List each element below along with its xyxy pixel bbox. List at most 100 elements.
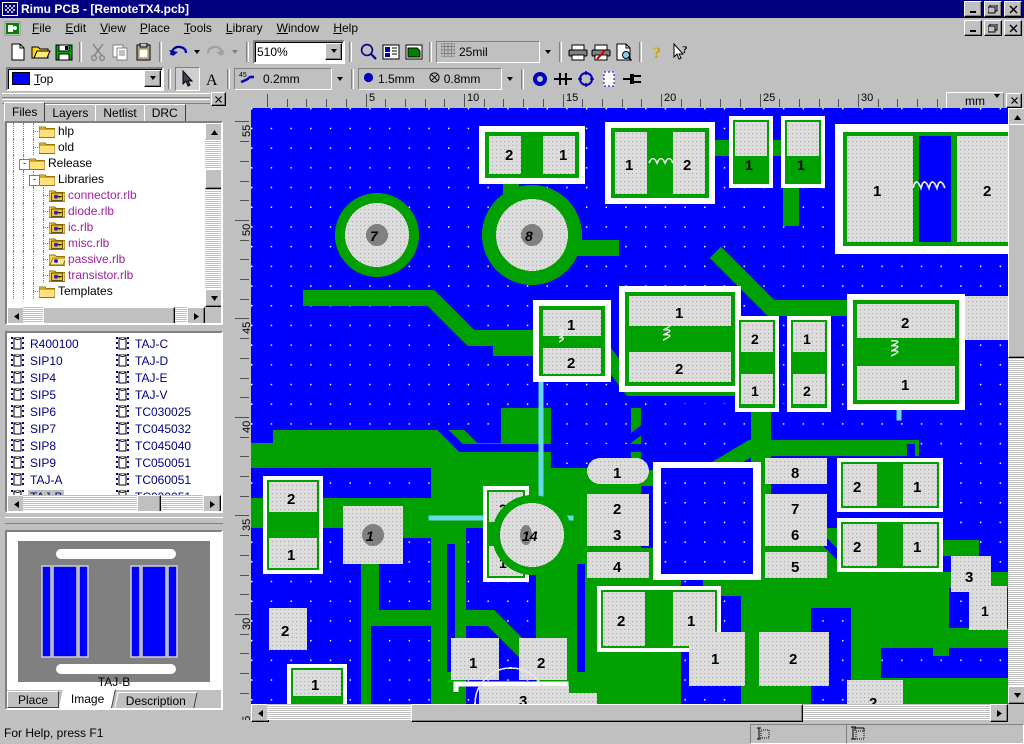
menu-place[interactable]: Place [133,19,177,37]
menu-tools[interactable]: Tools [177,19,219,37]
tab-drc[interactable]: DRC [143,104,186,121]
help-button[interactable]: ? [646,40,669,63]
zoom-dropdown-arrow[interactable] [325,42,342,60]
dock-close-button[interactable] [211,92,226,106]
tree-item[interactable]: connector.rlb [7,187,204,203]
tab-files[interactable]: Files [4,102,46,121]
tree-hscroll-thumb[interactable] [43,307,175,323]
mdi-close-button[interactable] [1004,20,1022,36]
undo-dropdown[interactable] [189,42,204,62]
copy-button[interactable] [109,40,132,63]
place-copper-button[interactable] [620,67,643,90]
mdi-document-icon[interactable] [4,21,21,36]
canvas-vscroll-thumb[interactable] [1008,124,1024,358]
tree-item[interactable]: diode.rlb [7,203,204,219]
preview-tab-place[interactable]: Place [7,691,60,708]
canvas-scroll-right-button[interactable] [990,704,1008,722]
tree-item[interactable]: hlp [7,123,204,139]
tree-hscrollbar[interactable] [7,307,205,323]
component-list-item[interactable]: TC045032 [114,420,219,437]
open-file-button[interactable] [29,40,52,63]
menu-file[interactable]: FFileile [25,19,58,37]
track-width-box[interactable]: 45 0.2mm [234,67,332,90]
component-list-item[interactable]: R400100 [9,335,114,352]
print-button[interactable] [566,40,589,63]
editor-close-button[interactable] [1006,93,1022,108]
component-list-item[interactable]: TAJ-V [114,386,219,403]
component-list-item[interactable]: SIP7 [9,420,114,437]
redo-dropdown[interactable] [227,42,242,62]
tree-item[interactable]: - Release [7,155,204,171]
place-via-button[interactable] [574,67,597,90]
pad-size-dropdown[interactable] [502,69,517,89]
complist-hscroll-track[interactable] [23,495,205,511]
complist-hscrollbar[interactable] [7,495,221,511]
tree-scroll-right-button[interactable] [187,307,205,323]
menu-edit[interactable]: Edit [58,19,93,37]
tab-netlist[interactable]: Netlist [95,104,145,121]
canvas-scroll-down-button[interactable] [1008,686,1024,704]
tree-scroll-down-button[interactable] [205,289,221,307]
component-list-item[interactable]: TC030025 [114,403,219,420]
component-list-item[interactable]: SIP4 [9,369,114,386]
tree-vscroll-track[interactable] [205,139,221,291]
preview-tab-description[interactable]: Description [114,692,199,708]
tree-expander[interactable]: - [29,175,40,186]
component-list-item[interactable]: TC050051 [114,454,219,471]
print-setup-button[interactable] [589,40,612,63]
save-button[interactable] [52,40,75,63]
component-list-item[interactable]: SIP6 [9,403,114,420]
canvas-vscrollbar[interactable] [1008,108,1024,704]
tree-item[interactable]: Templates [7,283,204,299]
tree-item[interactable]: misc.rlb [7,235,204,251]
complist-scroll-right-button[interactable] [203,495,221,511]
preview-tab-image[interactable]: Image [59,689,117,708]
dock-grip[interactable] [2,92,226,106]
place-pad-button[interactable] [528,67,551,90]
layer-dropdown-arrow[interactable] [144,69,161,87]
paste-button[interactable] [132,40,155,63]
restore-button[interactable] [984,1,1002,17]
tree-item[interactable]: old [7,139,204,155]
file-tree[interactable]: hlp old - Release - Libraries connector.rlb dio… [7,123,204,323]
context-help-button[interactable]: ? [669,40,692,63]
minimize-button[interactable] [964,1,982,17]
zoom-combo[interactable]: 510% [253,39,345,64]
zoom-magnifier-button[interactable] [356,40,379,63]
layer-combo[interactable]: Top [6,66,164,91]
undo-button[interactable] [166,40,189,63]
pcb-canvas[interactable]: 2 1 1 2 1 1 1 2 7 8 1 2 1 2 2 1 1 2 2 1 … [251,108,1008,704]
menu-help[interactable]: Help [326,19,365,37]
tree-item[interactable]: ic.rlb [7,219,204,235]
text-tool-button[interactable]: A [200,67,223,90]
pad-size-box[interactable]: 1.5mm 0.8mm [358,67,502,90]
zoom-window-button[interactable] [379,40,402,63]
redo-button[interactable] [204,40,227,63]
tree-vscrollbar[interactable] [205,123,221,307]
place-component-button[interactable] [597,67,620,90]
canvas-hscroll-thumb[interactable] [411,704,803,722]
tree-item[interactable]: - Libraries [7,171,204,187]
menu-view[interactable]: View [93,19,133,37]
grid-dropdown[interactable] [540,42,555,62]
component-list-item[interactable]: TC060051 [114,471,219,488]
component-list-item[interactable]: TC045040 [114,437,219,454]
close-button[interactable] [1004,1,1022,17]
tree-item[interactable]: passive.rlb [7,251,204,267]
complist-hscroll-thumb[interactable] [137,495,161,511]
component-list-item[interactable]: SIP5 [9,386,114,403]
tree-vscroll-thumb[interactable] [205,169,221,189]
print-preview-button[interactable] [612,40,635,63]
tree-item[interactable]: transistor.rlb [7,267,204,283]
mdi-restore-button[interactable] [984,20,1002,36]
tree-expander[interactable]: - [19,159,30,170]
component-list-item[interactable]: SIP8 [9,437,114,454]
select-tool-button[interactable] [175,66,200,91]
tab-layers[interactable]: Layers [44,104,97,121]
canvas-resize-grip[interactable] [1008,704,1024,720]
track-width-dropdown[interactable] [332,69,347,89]
component-list-item[interactable]: TAJ-C [114,335,219,352]
cut-button[interactable] [86,40,109,63]
component-list[interactable]: R400100 SIP10 SIP4 SIP5 SIP6 SIP7 SIP8 SIP9 TAJ-… [9,335,219,504]
component-list-item[interactable]: SIP9 [9,454,114,471]
